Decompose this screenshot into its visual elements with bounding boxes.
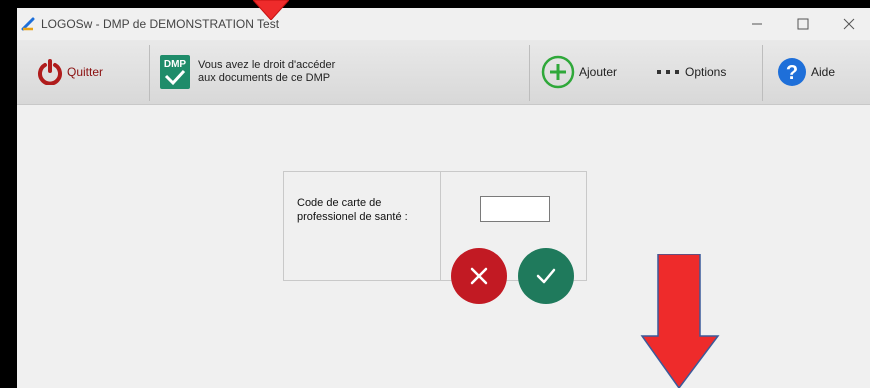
close-icon[interactable] (839, 14, 859, 34)
maximize-icon[interactable] (793, 14, 813, 34)
quit-label: Quitter (67, 65, 104, 79)
dots-icon (657, 70, 679, 74)
toolbar: Quitter DMP Vous avez le droit d'accéder… (17, 40, 870, 105)
x-icon (470, 267, 488, 285)
power-icon (38, 59, 62, 85)
card-code-input[interactable] (480, 196, 550, 222)
check-icon (536, 268, 556, 284)
cancel-button[interactable] (451, 248, 507, 304)
dmp-message: Vous avez le droit d'accéder aux documen… (198, 59, 335, 85)
toolbar-separator (529, 45, 530, 101)
quit-button[interactable]: Quitter (37, 40, 103, 104)
code-label-cell: Code de carte de professionel de santé : (284, 172, 441, 280)
add-button[interactable]: Ajouter (541, 40, 617, 104)
svg-text:?: ? (786, 62, 798, 84)
dmp-message-line2: aux documents de ce DMP (198, 72, 331, 84)
question-icon: ? (778, 58, 806, 86)
dmp-status: DMP Vous avez le droit d'accéder aux doc… (160, 40, 335, 104)
help-button[interactable]: ? Aide (777, 40, 835, 104)
minimize-icon[interactable] (747, 14, 767, 34)
title-bar[interactable]: LOGOSw - DMP de DEMONSTRATION Test (17, 8, 870, 40)
app-logo-icon (21, 17, 35, 31)
red-arrow-down (640, 254, 720, 388)
toolbar-separator (149, 45, 150, 101)
code-label-line2: professionel de santé : (297, 211, 408, 223)
help-label: Aide (811, 65, 836, 79)
code-label-line1: Code de carte de (297, 197, 382, 209)
dmp-message-line1: Vous avez le droit d'accéder (198, 59, 336, 71)
toolbar-separator (762, 45, 763, 101)
plus-circle-icon (541, 55, 575, 89)
add-label: Ajouter (579, 65, 618, 79)
options-button[interactable]: Options (657, 40, 726, 104)
code-label: Code de carte de professionel de santé : (297, 196, 408, 224)
window-title: LOGOSw - DMP de DEMONSTRATION Test (41, 17, 280, 31)
red-arrow-down (253, 0, 289, 20)
options-label: Options (685, 65, 727, 79)
dmp-check-icon: DMP (160, 55, 190, 89)
svg-text:DMP: DMP (164, 59, 187, 70)
confirm-button[interactable] (518, 248, 574, 304)
